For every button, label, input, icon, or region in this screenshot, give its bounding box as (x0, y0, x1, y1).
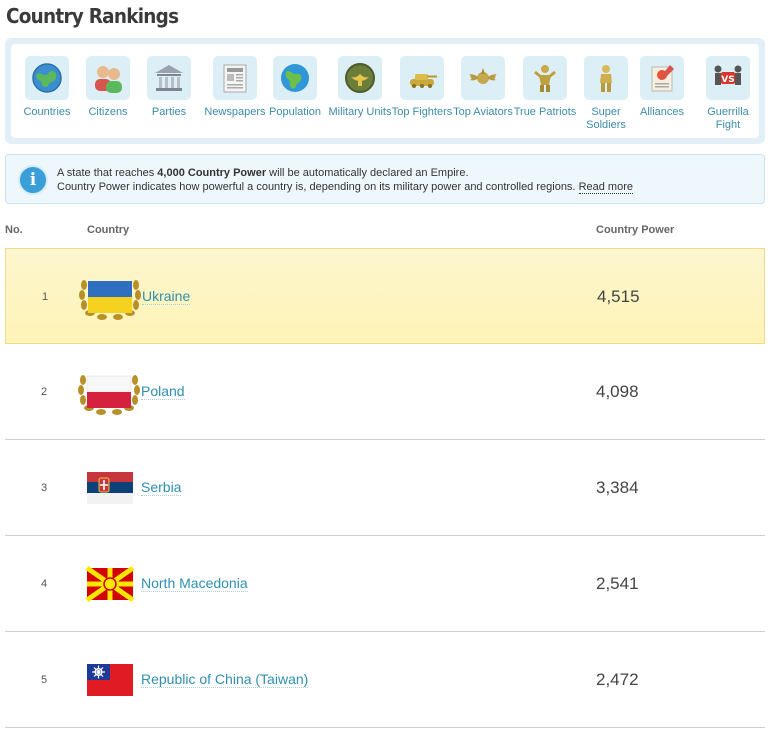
serbia-flag (77, 462, 141, 514)
category-label: Citizens (88, 106, 128, 118)
category-label: Parties (151, 106, 187, 118)
newspaper-icon (213, 56, 257, 100)
table-row: 4 North Macedonia 2,541 (5, 536, 765, 632)
table-row: 1 Ukraine 4,515 (5, 248, 765, 344)
category-alliances[interactable]: Alliances (629, 56, 695, 119)
rank-number: 2 (41, 386, 48, 398)
patriot-soldier-icon (523, 56, 567, 100)
table-row: 5 Republic of China (Taiwan) 2,472 (5, 632, 765, 728)
country-power-value: 4,515 (597, 287, 640, 306)
svg-text:VS: VS (721, 75, 734, 85)
category-citizens[interactable]: Citizens (76, 56, 140, 119)
read-more-link[interactable]: Read more (578, 181, 633, 194)
country-link[interactable]: Serbia (141, 479, 182, 496)
category-nav-inner: Countries Citizens Parties Newspapers Po (11, 44, 759, 138)
info-text: A state that reaches 4,000 Country Power… (57, 166, 633, 194)
military-badge-icon (338, 56, 382, 100)
country-link[interactable]: Poland (141, 383, 185, 400)
info-line1-post: will be automatically declared an Empire… (266, 167, 469, 179)
tank-icon (400, 56, 444, 100)
table-row: 3 Serbia 3,384 (5, 440, 765, 536)
category-label: Military Units (328, 106, 392, 118)
category-population[interactable]: Population (263, 56, 327, 119)
poland-flag-with-wreath (77, 366, 141, 418)
category-label: Top Fighters (391, 106, 453, 118)
category-label: Top Aviators (453, 106, 513, 118)
info-line1-pre: A state that reaches (57, 167, 158, 179)
alliance-scroll-icon (640, 56, 684, 100)
country-link[interactable]: Ukraine (142, 288, 191, 305)
category-label: Guerrilla Fight (707, 106, 749, 131)
table-row: 2 Poland 4,098 (5, 344, 765, 440)
category-parties[interactable]: Parties (137, 56, 201, 119)
header-country: Country (87, 224, 130, 236)
page-title: Country Rankings (6, 4, 179, 28)
category-top-aviators[interactable]: Top Aviators (451, 56, 515, 119)
super-soldier-icon (584, 56, 628, 100)
category-label: Population (269, 106, 321, 118)
header-no: No. (5, 224, 23, 236)
rank-number: 1 (42, 291, 49, 303)
population-globe-icon (273, 56, 317, 100)
category-label: Super Soldiers (586, 106, 626, 131)
taiwan-flag (77, 654, 141, 706)
category-label: Alliances (639, 106, 685, 118)
rank-number: 3 (41, 482, 48, 494)
category-label: Countries (23, 106, 71, 118)
north-macedonia-flag (77, 558, 141, 610)
country-link[interactable]: Republic of China (Taiwan) (141, 671, 309, 688)
category-newspapers[interactable]: Newspapers (199, 56, 271, 119)
country-power-value: 4,098 (596, 382, 639, 401)
citizens-icon (86, 56, 130, 100)
category-true-patriots[interactable]: True Patriots (513, 56, 577, 119)
category-military-units[interactable]: Military Units (328, 56, 392, 119)
category-top-fighters[interactable]: Top Fighters (390, 56, 454, 119)
aviator-wings-icon (461, 56, 505, 100)
category-countries[interactable]: Countries (15, 56, 79, 119)
category-label: True Patriots (513, 106, 577, 118)
country-power-value: 2,472 (596, 670, 639, 689)
info-icon: i (18, 165, 48, 195)
country-power-value: 3,384 (596, 478, 639, 497)
category-guerrilla-fight[interactable]: VS Guerrilla Fight (696, 56, 760, 132)
rank-number: 5 (41, 674, 48, 686)
info-line1-bold: 4,000 Country Power (157, 167, 267, 179)
versus-icon: VS (706, 56, 750, 100)
parliament-icon (147, 56, 191, 100)
category-nav: Countries Citizens Parties Newspapers Po (5, 38, 765, 144)
header-country-power: Country Power (596, 224, 675, 236)
info-banner: i A state that reaches 4,000 Country Pow… (5, 154, 765, 204)
info-line2: Country Power indicates how powerful a c… (57, 181, 579, 193)
rank-number: 4 (41, 578, 48, 590)
category-label: Newspapers (204, 106, 266, 118)
country-link[interactable]: North Macedonia (141, 575, 248, 592)
country-power-value: 2,541 (596, 574, 639, 593)
ukraine-flag-with-wreath (78, 271, 142, 323)
globe-icon (25, 56, 69, 100)
